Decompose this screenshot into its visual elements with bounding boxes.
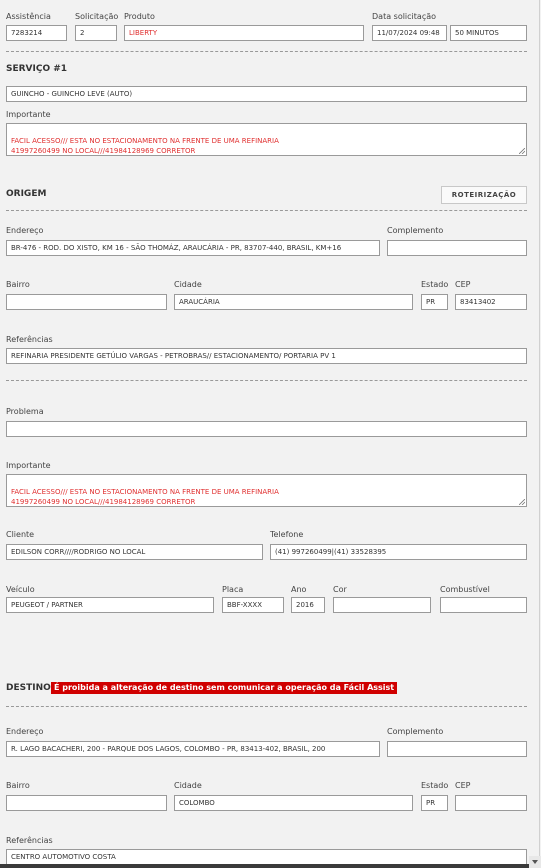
destino-bairro-field[interactable] bbox=[6, 795, 167, 811]
divider bbox=[6, 380, 527, 381]
origem-estado-label: Estado bbox=[421, 280, 449, 289]
combustivel-label: Combustível bbox=[440, 585, 490, 594]
assistencia-label: Assistência bbox=[6, 12, 51, 21]
produto-field[interactable]: LIBERTY bbox=[124, 25, 364, 41]
ano-field[interactable]: 2016 bbox=[291, 597, 325, 613]
destino-endereco-label: Endereço bbox=[6, 727, 44, 736]
veiculo-field[interactable]: PEUGEOT / PARTNER bbox=[6, 597, 214, 613]
divider bbox=[6, 51, 527, 52]
origem-title: ORIGEM bbox=[6, 189, 47, 199]
problema-field[interactable] bbox=[6, 421, 527, 437]
destino-cidade-field[interactable]: COLOMBO bbox=[174, 795, 413, 811]
destino-referencias-label: Referências bbox=[6, 836, 53, 845]
destino-title: DESTINO bbox=[6, 683, 51, 693]
destino-endereco-field[interactable]: R. LAGO BACACHERI, 200 - PARQUE DOS LAGO… bbox=[6, 741, 380, 757]
resize-grip-icon[interactable] bbox=[519, 148, 525, 154]
origem-cep-field[interactable]: 83413402 bbox=[455, 294, 527, 310]
telefone-field[interactable]: (41) 997260499|(41) 33528395 bbox=[270, 544, 527, 560]
destino-cep-field[interactable] bbox=[455, 795, 527, 811]
origem-endereco-field[interactable]: BR-476 - ROD. DO XISTO, KM 16 - SÃO THOM… bbox=[6, 240, 380, 256]
problema-importante-label: Importante bbox=[6, 461, 51, 470]
servico-importante-text: FACIL ACESSO/// ESTA NO ESTACIONAMENTO N… bbox=[11, 137, 279, 155]
destino-cidade-label: Cidade bbox=[174, 781, 202, 790]
data-solicitacao-label: Data solicitação bbox=[372, 12, 437, 21]
veiculo-label: Veículo bbox=[6, 585, 35, 594]
destino-bairro-label: Bairro bbox=[6, 781, 30, 790]
origem-cidade-field[interactable]: ARAUCÁRIA bbox=[174, 294, 413, 310]
destino-cep-label: CEP bbox=[455, 781, 471, 790]
placa-label: Placa bbox=[222, 585, 244, 594]
service-form: Assistência 7283214 Solicitação 2 Produt… bbox=[0, 0, 540, 868]
tempo-field[interactable]: 50 MINUTOS bbox=[450, 25, 527, 41]
produto-label: Produto bbox=[124, 12, 155, 21]
cliente-field[interactable]: EDILSON CORR////RODRIGO NO LOCAL bbox=[6, 544, 263, 560]
cliente-label: Cliente bbox=[6, 530, 35, 539]
cor-field[interactable] bbox=[333, 597, 431, 613]
servico-tipo-field[interactable]: GUINCHO - GUINCHO LEVE (AUTO) bbox=[6, 86, 527, 102]
assistencia-field[interactable]: 7283214 bbox=[6, 25, 67, 41]
problema-importante-textarea[interactable]: FACIL ACESSO/// ESTA NO ESTACIONAMENTO N… bbox=[6, 474, 527, 507]
origem-cidade-label: Cidade bbox=[174, 280, 202, 289]
roteirizacao-button[interactable]: ROTEIRIZAÇÃO bbox=[441, 186, 527, 204]
servico-importante-textarea[interactable]: FACIL ACESSO/// ESTA NO ESTACIONAMENTO N… bbox=[6, 123, 527, 156]
solicitacao-label: Solicitação bbox=[75, 12, 119, 21]
scroll-down-icon[interactable] bbox=[529, 856, 541, 868]
destino-referencias-field[interactable]: CENTRO AUTOMOTIVO COSTA bbox=[6, 849, 527, 865]
resize-grip-icon[interactable] bbox=[519, 499, 525, 505]
solicitacao-field[interactable]: 2 bbox=[75, 25, 117, 41]
servico-title: SERVIÇO #1 bbox=[6, 64, 68, 74]
divider bbox=[6, 706, 527, 707]
origem-complemento-field[interactable] bbox=[387, 240, 527, 256]
origem-referencias-field[interactable]: REFINARIA PRESIDENTE GETÚLIO VARGAS - PE… bbox=[6, 348, 527, 364]
problema-label: Problema bbox=[6, 407, 44, 416]
bottom-bar bbox=[0, 864, 541, 868]
data-solicitacao-field[interactable]: 11/07/2024 09:48 bbox=[372, 25, 447, 41]
divider bbox=[6, 210, 527, 211]
destino-warning-badge: É proibida a alteração de destino sem co… bbox=[51, 682, 398, 694]
origem-bairro-label: Bairro bbox=[6, 280, 30, 289]
destino-estado-field[interactable]: PR bbox=[421, 795, 448, 811]
telefone-label: Telefone bbox=[270, 530, 304, 539]
placa-field[interactable]: BBF-XXXX bbox=[222, 597, 284, 613]
problema-importante-text: FACIL ACESSO/// ESTA NO ESTACIONAMENTO N… bbox=[11, 488, 279, 506]
origem-cep-label: CEP bbox=[455, 280, 471, 289]
servico-importante-label: Importante bbox=[6, 110, 51, 119]
origem-estado-field[interactable]: PR bbox=[421, 294, 448, 310]
origem-referencias-label: Referências bbox=[6, 335, 53, 344]
origem-bairro-field[interactable] bbox=[6, 294, 167, 310]
origem-endereco-label: Endereço bbox=[6, 226, 44, 235]
destino-complemento-field[interactable] bbox=[387, 741, 527, 757]
cor-label: Cor bbox=[333, 585, 347, 594]
combustivel-field[interactable] bbox=[440, 597, 527, 613]
destino-estado-label: Estado bbox=[421, 781, 449, 790]
origem-complemento-label: Complemento bbox=[387, 226, 444, 235]
ano-label: Ano bbox=[291, 585, 307, 594]
destino-complemento-label: Complemento bbox=[387, 727, 444, 736]
